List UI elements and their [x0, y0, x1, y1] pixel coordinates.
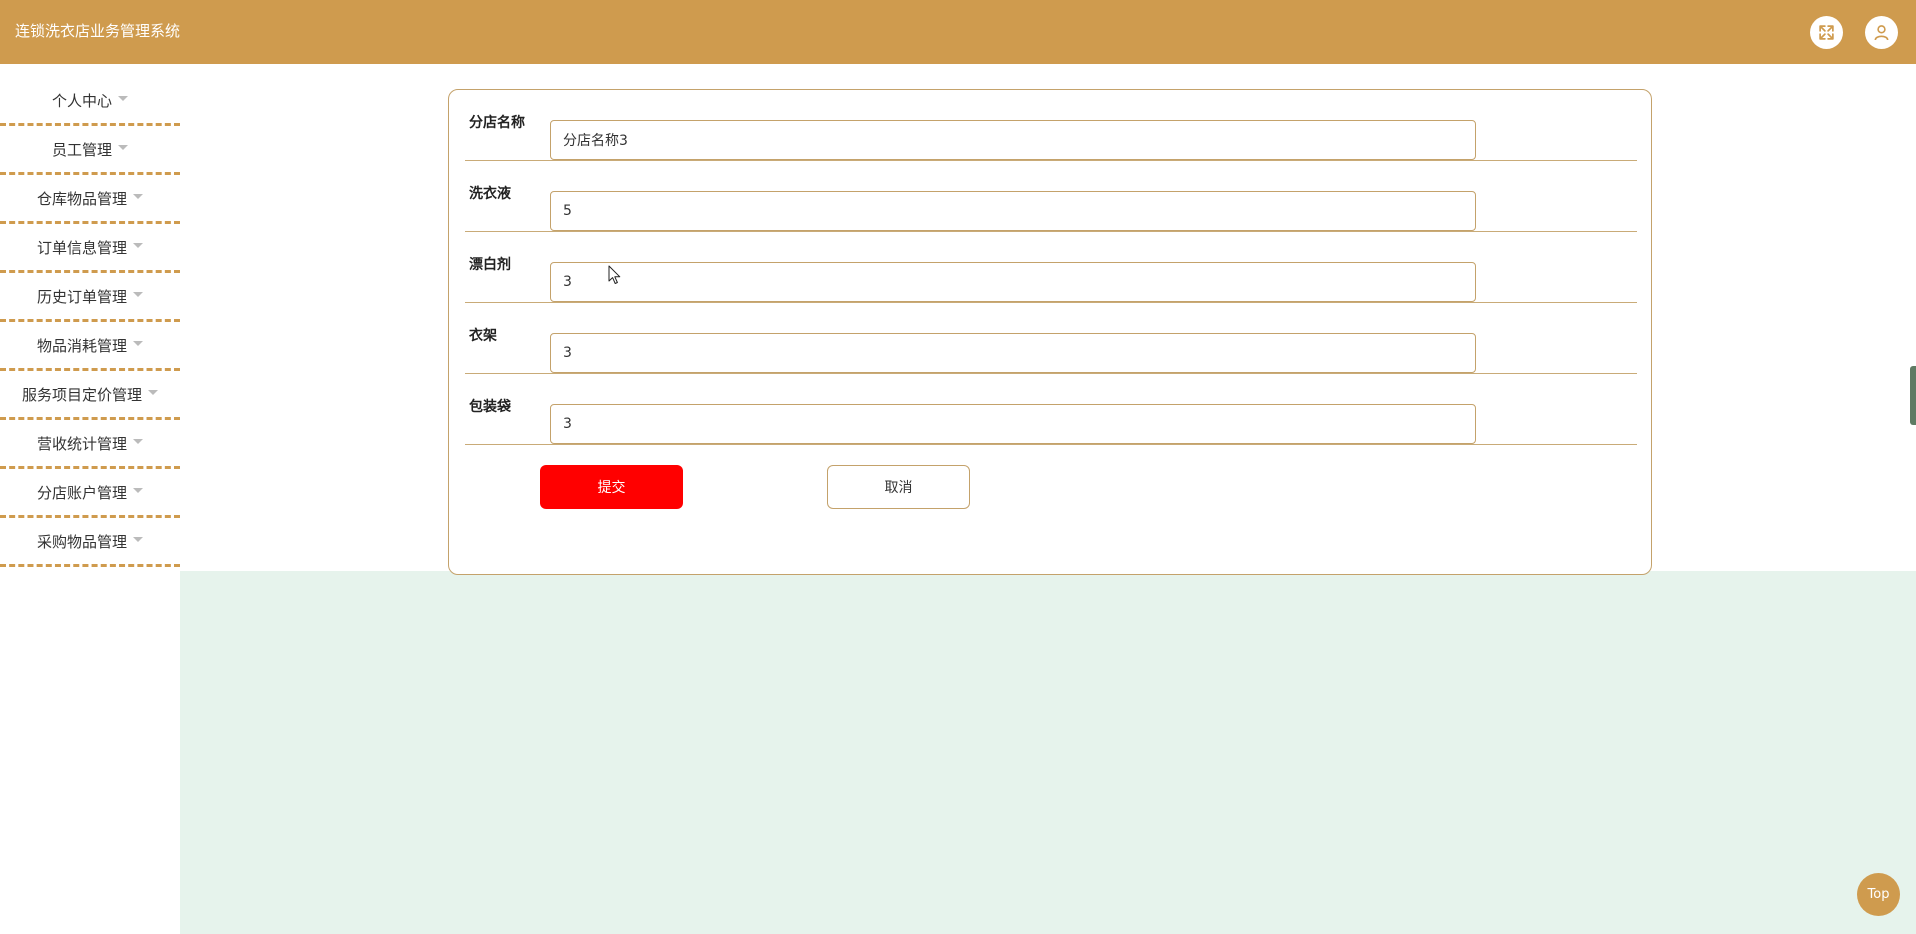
- form-row-packaging-bags: 包装袋: [465, 374, 1637, 445]
- sidebar-item-label: 物品消耗管理: [36, 336, 127, 355]
- sidebar-item-label: 服务项目定价管理: [21, 385, 142, 404]
- caret-down-icon: [133, 487, 143, 493]
- sidebar-item-label: 采购物品管理: [36, 532, 127, 551]
- edit-form: 分店名称 洗衣液 漂白剂 衣架 包装袋 提交 取消: [448, 89, 1652, 575]
- mouse-cursor-icon: [608, 265, 621, 284]
- sidebar-item-orders[interactable]: 订单信息管理: [0, 224, 180, 273]
- caret-down-icon: [133, 340, 143, 346]
- sidebar-item-label: 仓库物品管理: [36, 189, 127, 208]
- caret-down-icon: [148, 389, 158, 395]
- bleach-input[interactable]: [550, 262, 1476, 302]
- sidebar-item-label: 员工管理: [51, 140, 112, 159]
- scroll-handle[interactable]: [1910, 366, 1916, 425]
- sidebar-item-revenue[interactable]: 营收统计管理: [0, 420, 180, 469]
- content-background: [180, 571, 1916, 934]
- caret-down-icon: [133, 291, 143, 297]
- form-row-branch-name: 分店名称: [465, 90, 1637, 161]
- form-row-hangers: 衣架: [465, 303, 1637, 374]
- sidebar-item-label: 营收统计管理: [36, 434, 127, 453]
- field-label: 漂白剂: [469, 257, 511, 273]
- caret-down-icon: [118, 144, 128, 150]
- cancel-button[interactable]: 取消: [827, 465, 970, 509]
- app-title: 连锁洗衣店业务管理系统: [15, 22, 181, 40]
- user-menu-button[interactable]: [1865, 16, 1898, 49]
- field-label: 包装袋: [469, 399, 511, 415]
- back-to-top-button[interactable]: Top: [1857, 873, 1900, 916]
- caret-down-icon: [118, 95, 128, 101]
- fullscreen-button[interactable]: [1810, 16, 1843, 49]
- packaging-bags-input[interactable]: [550, 404, 1476, 444]
- sidebar-item-pricing[interactable]: 服务项目定价管理: [0, 371, 180, 420]
- sidebar-item-label: 分店账户管理: [36, 483, 127, 502]
- field-label: 洗衣液: [469, 186, 511, 202]
- sidebar-item-label: 个人中心: [51, 91, 112, 110]
- branch-name-input[interactable]: [550, 120, 1476, 160]
- submit-button[interactable]: 提交: [540, 465, 683, 509]
- caret-down-icon: [133, 242, 143, 248]
- sidebar-item-order-history[interactable]: 历史订单管理: [0, 273, 180, 322]
- caret-down-icon: [133, 438, 143, 444]
- detergent-input[interactable]: [550, 191, 1476, 231]
- sidebar-item-branch-accounts[interactable]: 分店账户管理: [0, 469, 180, 518]
- sidebar-item-label: 历史订单管理: [36, 287, 127, 306]
- caret-down-icon: [133, 193, 143, 199]
- form-row-bleach: 漂白剂: [465, 232, 1637, 303]
- sidebar-item-staff[interactable]: 员工管理: [0, 126, 180, 175]
- sidebar: 个人中心 员工管理 仓库物品管理 订单信息管理 历史订单管理 物品消耗管理 服务…: [0, 64, 180, 934]
- sidebar-item-purchasing[interactable]: 采购物品管理: [0, 518, 180, 567]
- sidebar-item-warehouse[interactable]: 仓库物品管理: [0, 175, 180, 224]
- sidebar-item-label: 订单信息管理: [36, 238, 127, 257]
- fullscreen-expand-icon: [1819, 25, 1834, 40]
- caret-down-icon: [133, 536, 143, 542]
- field-label: 衣架: [469, 328, 497, 344]
- sidebar-item-consumption[interactable]: 物品消耗管理: [0, 322, 180, 371]
- hangers-input[interactable]: [550, 333, 1476, 373]
- app-header: 连锁洗衣店业务管理系统: [0, 0, 1916, 64]
- user-avatar-icon: [1874, 25, 1889, 41]
- sidebar-item-personal-center[interactable]: 个人中心: [0, 64, 180, 126]
- form-row-detergent: 洗衣液: [465, 161, 1637, 232]
- field-label: 分店名称: [469, 115, 525, 131]
